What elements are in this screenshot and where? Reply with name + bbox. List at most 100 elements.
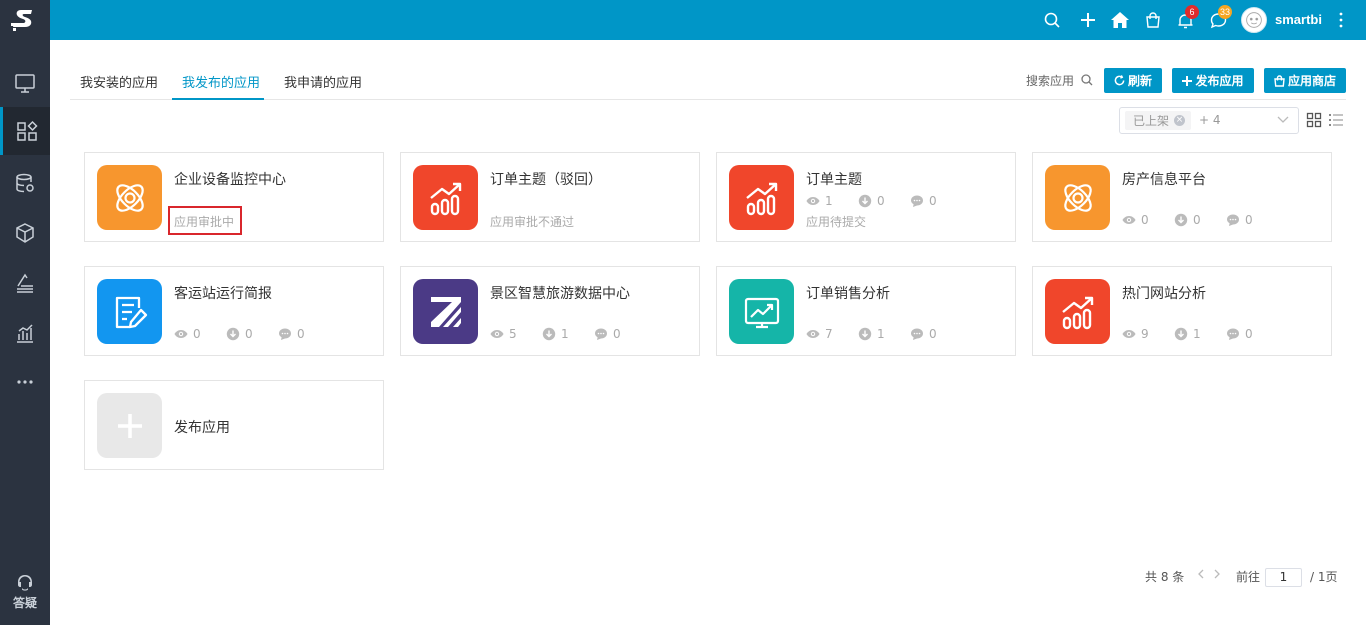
status-filter-select[interactable]: 已上架 × + 4 [1119, 107, 1299, 134]
plus-icon [1081, 13, 1095, 27]
refresh-button[interactable]: 刷新 [1104, 68, 1162, 93]
comment-icon [1227, 214, 1239, 226]
report-edit-icon [110, 292, 150, 332]
sidebar-item-layers[interactable] [0, 259, 50, 307]
comment-icon [1227, 328, 1239, 340]
search-apps[interactable]: 搜索应用 [1026, 72, 1093, 89]
app-title: 订单主题（驳回） [490, 172, 602, 188]
app-card[interactable]: 订单主题（驳回） 应用审批不通过 [400, 152, 700, 242]
plus-icon [117, 413, 142, 438]
apps-icon [16, 120, 38, 141]
sidebar-item-more[interactable] [0, 358, 50, 406]
filter-more-count: + 4 [1199, 113, 1221, 127]
grid-view-icon[interactable] [1306, 112, 1322, 128]
app-card[interactable]: 景区智慧旅游数据中心 5 1 0 [400, 266, 700, 356]
home-button[interactable] [1109, 9, 1131, 31]
eye-icon [1122, 216, 1136, 224]
app-stats: 0 0 0 [1122, 213, 1278, 227]
notifications-button[interactable]: 6 [1174, 5, 1199, 31]
help-label: 答疑 [12, 595, 37, 610]
sidebar-item-model[interactable] [0, 209, 50, 257]
download-icon [858, 194, 872, 208]
views-count: 0 [1141, 213, 1149, 227]
next-page-button[interactable] [1213, 568, 1221, 582]
avatar[interactable] [1241, 7, 1267, 33]
plus-icon [1182, 75, 1193, 86]
more-menu-button[interactable] [1334, 10, 1348, 30]
publish-app-card-label: 发布应用 [174, 420, 230, 436]
eye-icon [806, 197, 820, 205]
download-icon [1174, 213, 1188, 227]
app-title: 热门网站分析 [1122, 286, 1206, 302]
tab-bar: 我安装的应用 我发布的应用 我申请的应用 搜索应用 刷新 发布应用 应用商店 [70, 60, 1346, 100]
app-tile [729, 165, 794, 230]
comments-stat: 0 [910, 194, 962, 208]
app-stats: 9 1 0 [1122, 327, 1278, 341]
sidebar-item-data[interactable] [0, 159, 50, 207]
app-tile [413, 279, 478, 344]
app-tile [97, 165, 162, 230]
messages-button[interactable]: 33 [1207, 5, 1233, 31]
total-pages: / 1页 [1310, 570, 1338, 584]
comments-count: 0 [1245, 327, 1253, 341]
app-card[interactable]: 企业设备监控中心 应用审批中 [84, 152, 384, 242]
app-store-label: 应用商店 [1287, 74, 1336, 88]
comments-stat: 0 [278, 327, 330, 341]
app-card[interactable]: 订单销售分析 7 1 0 [716, 266, 1016, 356]
chevron-left-icon [1198, 569, 1204, 579]
views-count: 7 [825, 327, 833, 341]
app-title: 订单主题 [806, 172, 862, 188]
help-button[interactable]: 答疑 [0, 568, 50, 616]
views-stat: 0 [174, 327, 226, 341]
goto-label: 前往 [1236, 570, 1261, 584]
comment-icon [279, 328, 291, 340]
tab-applied-apps[interactable]: 我申请的应用 [284, 72, 362, 91]
chevron-right-icon [1214, 569, 1220, 579]
shopping-bag-icon [1146, 12, 1160, 28]
views-stat: 9 [1122, 327, 1174, 341]
views-stat: 7 [806, 327, 858, 341]
messages-badge: 33 [1218, 5, 1233, 19]
notifications-badge: 6 [1185, 5, 1199, 19]
growth-chart-icon [1058, 292, 1098, 332]
app-card[interactable]: 热门网站分析 9 1 0 [1032, 266, 1332, 356]
eye-icon [174, 330, 188, 338]
comments-count: 0 [613, 327, 621, 341]
comments-stat: 0 [594, 327, 646, 341]
tab-published-apps[interactable]: 我发布的应用 [182, 72, 260, 91]
downloads-stat: 1 [542, 327, 594, 341]
search-button[interactable] [1041, 9, 1063, 31]
chip-close-icon[interactable]: × [1174, 115, 1186, 126]
list-view-icon[interactable] [1328, 112, 1344, 128]
app-card[interactable]: 房产信息平台 0 0 0 [1032, 152, 1332, 242]
app-card[interactable]: 客运站运行简报 0 0 0 [84, 266, 384, 356]
sidebar-item-analysis[interactable] [0, 309, 50, 357]
username[interactable]: smartbi [1275, 12, 1322, 27]
app-tile [729, 279, 794, 344]
tab-installed-apps[interactable]: 我安装的应用 [80, 72, 158, 91]
comments-count: 0 [297, 327, 305, 341]
app-store-button[interactable]: 应用商店 [1264, 68, 1346, 93]
app-stats: 0 0 0 [174, 327, 330, 341]
app-tile [1045, 165, 1110, 230]
app-card[interactable]: 订单主题 1 0 0 应用待提交 [716, 152, 1016, 242]
app-tile [413, 165, 478, 230]
comments-stat: 0 [1226, 327, 1278, 341]
app-stats: 5 1 0 [490, 327, 646, 341]
store-button[interactable] [1142, 9, 1164, 31]
sidebar-item-apps[interactable] [0, 107, 50, 155]
views-stat: 5 [490, 327, 542, 341]
smartbi-logo[interactable] [0, 0, 50, 40]
sidebar-item-monitor[interactable] [0, 59, 50, 107]
downloads-stat: 1 [858, 327, 910, 341]
comment-icon [911, 195, 923, 207]
monitor-icon [15, 74, 35, 93]
page-number-input[interactable]: 1 [1265, 568, 1302, 587]
publish-app-button[interactable]: 发布应用 [1172, 68, 1254, 93]
app-tile [1045, 279, 1110, 344]
views-count: 9 [1141, 327, 1149, 341]
publish-app-card[interactable]: 发布应用 [84, 380, 384, 470]
prev-page-button[interactable] [1197, 568, 1205, 582]
app-title: 房产信息平台 [1122, 172, 1206, 188]
add-button[interactable] [1077, 9, 1099, 31]
